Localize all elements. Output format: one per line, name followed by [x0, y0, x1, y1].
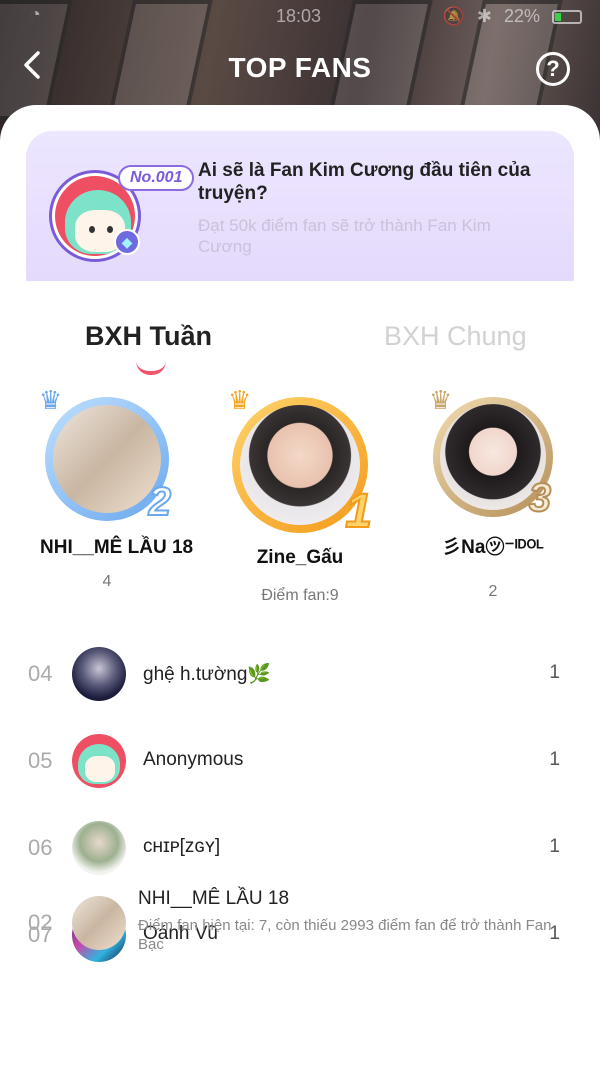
rank-number: 02 — [28, 910, 53, 935]
podium-score: 4 — [102, 573, 112, 590]
help-icon: ? — [546, 56, 560, 81]
fan-name: ᴄʜɪᴘ[ᴢɢʏ] — [143, 836, 221, 857]
page-title: TOP FANS — [228, 52, 372, 83]
fan-score: 1 — [549, 749, 560, 770]
tab-weekly[interactable]: BXH Tuần — [85, 321, 212, 352]
diamond-fan-promo[interactable]: ◆ No.001 Ai sẽ là Fan Kim Cương đầu tiên… — [26, 131, 574, 281]
promo-subtitle: Đạt 50k điểm fan sẽ trở thành Fan Kim Cư… — [198, 216, 491, 256]
silver-frame: ♛ 2 — [39, 385, 172, 525]
promo-title: Ai sẽ là Fan Kim Cương đầu tiên của truy… — [198, 160, 531, 204]
podium-name: Zine_Gấu — [256, 547, 344, 568]
help-button[interactable]: ? — [536, 52, 570, 86]
avatar — [72, 734, 126, 788]
fan-name: Anonymous — [143, 749, 244, 770]
wifi-icon: ◔ — [30, 4, 41, 24]
podium-rank-3[interactable]: ♛ 3 彡Na㋡⁻ᴵᴰᴼᴸ 2 — [403, 385, 583, 601]
rank-badge: 2 — [148, 479, 172, 525]
avatar — [240, 405, 360, 525]
rank-number: 06 — [28, 835, 53, 860]
status-bar: ◔ 18:03 🔕 ✱ 22% — [0, 4, 600, 28]
crown-icon: ♛ — [429, 385, 453, 415]
podium-rank-2[interactable]: ♛ 2 NHI__MÊ LẦU 18 4 — [17, 385, 197, 591]
rank-badge: 3 — [528, 475, 552, 521]
ranking-tabs: BXH Tuần BXH Chung — [0, 319, 600, 379]
mute-icon: 🔕 — [442, 6, 465, 26]
current-user-rank[interactable]: 02 NHI__MÊ LẦU 18 Điểm fan hiện tại: 7, … — [0, 880, 600, 960]
rank-number-tag: No.001 — [118, 165, 195, 191]
podium-name: 彡Na㋡⁻ᴵᴰᴼᴸ — [442, 537, 544, 558]
avatar — [72, 821, 126, 875]
podium-rank-1[interactable]: ♛ 1 Zine_Gấu Điểm fan:9 — [210, 385, 390, 605]
avatar — [72, 647, 126, 701]
top-bar: TOP FANS ? — [0, 44, 600, 96]
list-item[interactable]: 06 ᴄʜɪᴘ[ᴢɢʏ] 1 — [0, 819, 600, 879]
fan-score: 1 — [549, 836, 560, 857]
crown-icon: ♛ — [228, 385, 252, 415]
rank-number: 05 — [28, 748, 53, 773]
gold-frame: ♛ 1 — [228, 385, 373, 539]
tab-active-indicator — [136, 361, 166, 375]
fan-score: 1 — [549, 662, 560, 683]
status-time: 18:03 — [276, 6, 322, 26]
rank-badge: 1 — [344, 484, 373, 539]
progress-description: Điểm fan hiện tại: 7, còn thiếu 2993 điể… — [138, 917, 552, 953]
avatar — [72, 896, 126, 950]
list-item[interactable]: 04 ghệ h.tường🌿 1 — [0, 645, 600, 705]
podium-name: NHI__MÊ LẦU 18 — [40, 537, 194, 558]
list-item[interactable]: 05 Anonymous 1 — [0, 732, 600, 792]
bronze-frame: ♛ 3 — [429, 385, 553, 521]
fan-name: NHI__MÊ LẦU 18 — [138, 888, 290, 909]
tab-general[interactable]: BXH Chung — [384, 321, 527, 352]
crown-icon: ♛ — [39, 385, 63, 415]
diamond-icon: ◆ — [114, 229, 140, 255]
bluetooth-icon: ✱ — [476, 6, 492, 26]
podium-score: Điểm fan:9 — [261, 587, 339, 604]
avatar — [53, 405, 161, 513]
fan-name: ghệ h.tường🌿 — [143, 664, 272, 685]
battery-icon — [552, 9, 582, 24]
podium-score: 2 — [488, 583, 498, 600]
rank-number: 04 — [28, 661, 53, 686]
battery-percent: 22% — [503, 6, 540, 26]
